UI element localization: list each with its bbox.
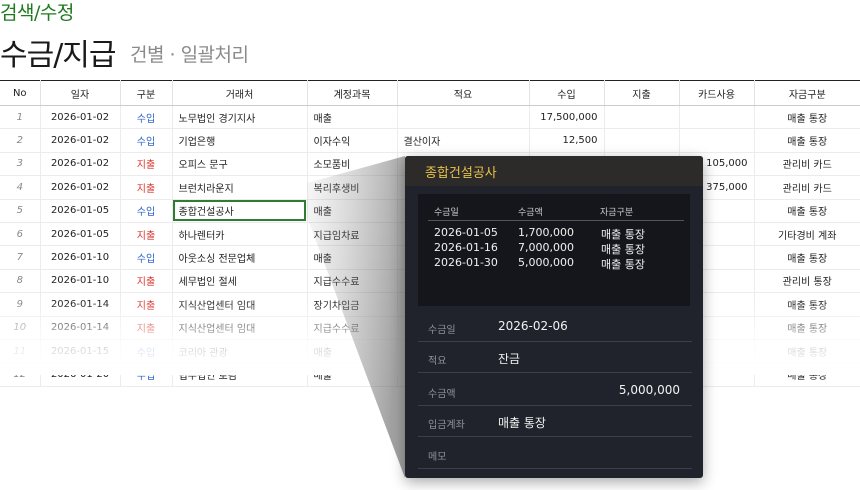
- history-row[interactable]: 2026-01-05 1,700,000 매출 통장: [434, 226, 684, 241]
- history-col-fund: 자금구분: [600, 208, 634, 218]
- collection-date-field[interactable]: 수금일 2026-02-06: [418, 311, 692, 342]
- amount-value[interactable]: 5,000,000: [619, 383, 680, 397]
- history-fund: 매출 통장: [601, 228, 645, 241]
- client-detail-popup: 종합건설공사 수금일 수금액 자금구분 2026-01-05 1,700,000…: [405, 156, 703, 478]
- popup-title: 종합건설공사: [405, 156, 703, 186]
- history-date: 2026-01-16: [434, 241, 498, 254]
- note-label: 메모: [428, 452, 447, 463]
- collection-date-value[interactable]: 2026-02-06: [498, 319, 568, 333]
- memo-label: 적요: [428, 356, 447, 367]
- collection-history: 수금일 수금액 자금구분 2026-01-05 1,700,000 매출 통장 …: [418, 194, 690, 306]
- amount-field[interactable]: 수금액 5,000,000: [418, 375, 692, 406]
- history-amount: 5,000,000: [518, 256, 574, 269]
- note-field[interactable]: 메모: [418, 438, 692, 469]
- history-header: 수금일 수금액 자금구분: [428, 202, 684, 221]
- amount-label: 수금액: [428, 389, 456, 400]
- history-col-amount: 수금액: [518, 208, 543, 218]
- deposit-account-label: 입금계좌: [428, 420, 465, 431]
- history-date: 2026-01-05: [434, 226, 498, 239]
- memo-field[interactable]: 적요 잔금: [418, 342, 692, 373]
- history-fund: 매출 통장: [601, 258, 645, 271]
- history-fund: 매출 통장: [601, 243, 645, 256]
- history-amount: 7,000,000: [518, 241, 574, 254]
- history-col-date: 수금일: [434, 208, 459, 218]
- deposit-account-value[interactable]: 매출 통장: [498, 414, 546, 431]
- deposit-account-field[interactable]: 입금계좌 매출 통장: [418, 406, 692, 437]
- history-date: 2026-01-30: [434, 256, 498, 269]
- history-row[interactable]: 2026-01-16 7,000,000 매출 통장: [434, 241, 684, 256]
- history-amount: 1,700,000: [518, 226, 574, 239]
- memo-value[interactable]: 잔금: [498, 350, 520, 367]
- collection-date-label: 수금일: [428, 325, 456, 336]
- history-row[interactable]: 2026-01-30 5,000,000 매출 통장: [434, 256, 684, 271]
